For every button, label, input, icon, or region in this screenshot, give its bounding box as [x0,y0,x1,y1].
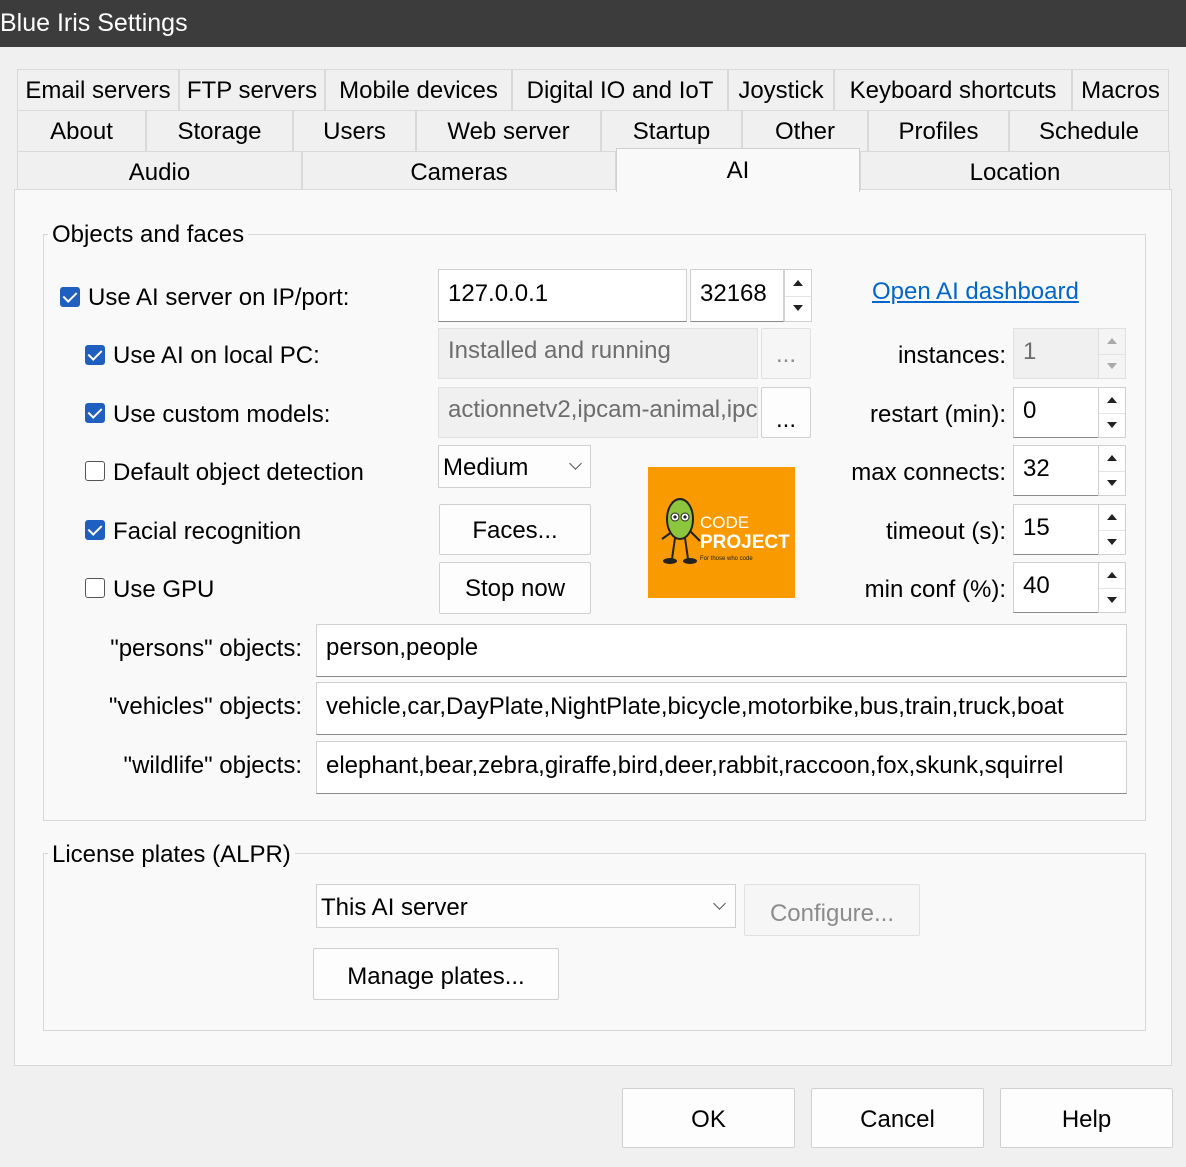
spin-down-icon[interactable] [1099,530,1125,555]
custom-models-browse-button[interactable]: ... [761,387,811,438]
tab-joystick[interactable]: Joystick [728,69,834,110]
instances-input[interactable]: 1 [1013,328,1099,379]
instances-label: instances: [897,342,1006,369]
tab-users[interactable]: Users [293,110,416,151]
detection-level-select[interactable]: Medium [438,445,591,488]
spin-up-icon[interactable] [1099,505,1125,531]
use-gpu-checkbox[interactable] [85,578,105,598]
spin-down-icon[interactable] [1099,354,1125,379]
codeproject-logo: CODE PROJECT For those who code [648,467,795,598]
min-conf-spinner[interactable] [1098,562,1126,613]
tab-keyboard-shortcuts[interactable]: Keyboard shortcuts [834,69,1072,110]
tab-about[interactable]: About [17,110,146,151]
logo-line2: PROJECT [700,532,790,553]
tab-cameras[interactable]: Cameras [302,151,616,192]
vehicles-objects-input[interactable]: vehicle,car,DayPlate,NightPlate,bicycle,… [316,682,1127,735]
alpr-server-select[interactable]: This AI server [316,884,736,928]
ok-button[interactable]: OK [622,1088,795,1148]
max-connects-spinner[interactable] [1098,445,1126,496]
tab-location[interactable]: Location [860,151,1170,192]
default-detection-checkbox[interactable] [85,461,105,481]
tab-audio[interactable]: Audio [17,151,302,192]
persons-objects-input[interactable]: person,people [316,624,1127,677]
vehicles-objects-label: "vehicles" objects: [108,693,302,720]
restart-input[interactable]: 0 [1013,387,1099,438]
max-connects-input[interactable]: 32 [1013,445,1099,496]
tab-mobile-devices[interactable]: Mobile devices [325,69,512,110]
detection-level-value: Medium [443,454,529,481]
spin-up-icon[interactable] [1099,563,1125,589]
timeout-input[interactable]: 15 [1013,504,1099,555]
local-ai-browse-button[interactable]: ... [761,328,811,379]
use-local-ai-checkbox[interactable] [85,345,105,365]
persons-objects-label: "persons" objects: [110,635,302,662]
use-ai-server-label: Use AI server on IP/port: [88,284,350,311]
facial-recognition-checkbox[interactable] [85,520,105,540]
configure-button[interactable]: Configure... [744,884,920,936]
tab-storage[interactable]: Storage [146,110,293,151]
restart-label: restart (min): [869,401,1006,428]
wildlife-objects-input[interactable]: elephant,bear,zebra,giraffe,bird,deer,ra… [316,741,1127,794]
cancel-button[interactable]: Cancel [811,1088,984,1148]
faces-button[interactable]: Faces... [439,504,591,555]
chevron-down-icon [569,457,582,470]
objects-group-label: Objects and faces [48,221,249,249]
use-ai-server-checkbox[interactable] [60,287,80,307]
logo-line1: CODE [700,513,750,532]
use-gpu-label: Use GPU [113,576,215,603]
alpr-group-label: License plates (ALPR) [48,841,295,869]
custom-models-field[interactable]: actionnetv2,ipcam-animal,ipcam [438,387,758,438]
open-ai-dashboard-link[interactable]: Open AI dashboard [872,278,1079,306]
timeout-spinner[interactable] [1098,504,1126,555]
tab-web-server[interactable]: Web server [416,110,601,151]
tab-other[interactable]: Other [742,110,868,151]
tab-macros[interactable]: Macros [1072,69,1169,110]
spin-down-icon[interactable] [1099,471,1125,496]
spin-down-icon[interactable] [1099,588,1125,613]
min-conf-input[interactable]: 40 [1013,562,1099,613]
tab-startup[interactable]: Startup [601,110,742,151]
window-title-bar[interactable]: Blue Iris Settings [0,0,1186,47]
max-connects-label: max connects: [851,459,1006,486]
ai-server-ip-input[interactable]: 127.0.0.1 [438,269,687,322]
tab-digital-io[interactable]: Digital IO and IoT [512,69,728,110]
tab-schedule[interactable]: Schedule [1009,110,1169,151]
spin-down-icon[interactable] [785,296,811,322]
local-ai-status-field: Installed and running [438,328,758,379]
use-custom-models-checkbox[interactable] [85,403,105,423]
port-spinner[interactable] [784,269,812,322]
chevron-down-icon [713,897,726,910]
instances-spinner[interactable] [1098,328,1126,379]
ai-server-port-input[interactable]: 32168 [690,269,784,322]
spin-up-icon[interactable] [1099,329,1125,355]
stop-now-button[interactable]: Stop now [439,562,591,614]
spin-up-icon[interactable] [1099,388,1125,414]
spin-up-icon[interactable] [1099,446,1125,472]
manage-plates-button[interactable]: Manage plates... [313,948,559,1000]
logo-tagline: For those who code [700,556,753,562]
default-detection-label: Default object detection [113,459,364,486]
tab-ai[interactable]: AI [616,148,860,192]
window-title: Blue Iris Settings [0,9,188,37]
use-local-ai-label: Use AI on local PC: [113,342,320,369]
tab-ftp-servers[interactable]: FTP servers [179,69,325,110]
tab-profiles[interactable]: Profiles [868,110,1009,151]
wildlife-objects-label: "wildlife" objects: [123,752,302,779]
facial-recognition-label: Facial recognition [113,518,302,545]
min-conf-label: min conf (%): [864,576,1006,603]
use-custom-models-label: Use custom models: [113,401,331,428]
license-plates-group [43,853,1146,1031]
spin-up-icon[interactable] [785,270,811,297]
tab-email-servers[interactable]: Email servers [17,69,179,110]
timeout-label: timeout (s): [885,518,1006,545]
alpr-server-value: This AI server [321,894,468,921]
help-button[interactable]: Help [1000,1088,1173,1148]
spin-down-icon[interactable] [1099,413,1125,438]
restart-spinner[interactable] [1098,387,1126,438]
